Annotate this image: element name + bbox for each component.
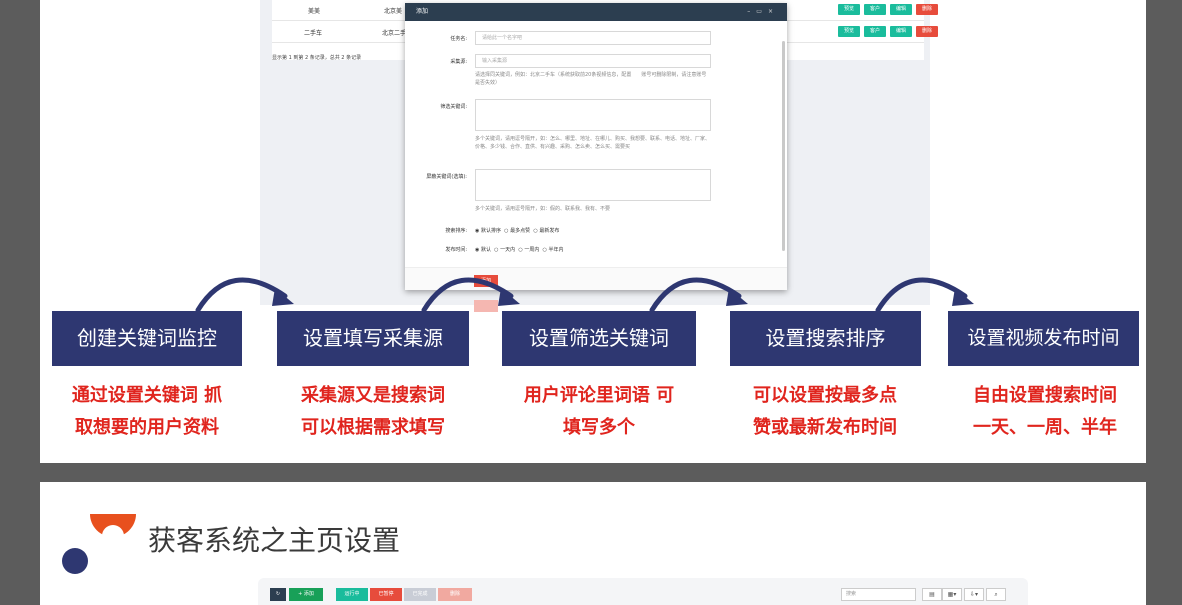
edit-button[interactable]: 编辑 (890, 26, 912, 37)
step-set-source: 设置填写采集源 (277, 311, 469, 366)
exclude-keywords-textarea[interactable] (475, 169, 711, 201)
refresh-button[interactable]: ↻ (270, 588, 286, 601)
description-line: 用户评论里词语 可 (523, 385, 675, 406)
pagination-info: 显示第 1 到第 2 条记录，总共 2 条记录 (272, 55, 362, 61)
source-label: 采集源: (450, 59, 467, 65)
task-toolbar: ↻ + 添加 运行中 已暂停 已完成 删除 搜索 ▤ ▦▾ ⇩▾ ⌕ (258, 578, 1028, 605)
brand-logo-icon (62, 514, 136, 574)
running-filter-button[interactable]: 运行中 (336, 588, 368, 601)
add-button[interactable]: + 添加 (289, 588, 323, 601)
sort-radio-group: ◉ 默认排序 ○ 最多点赞 ○ 最新发布 (475, 227, 559, 234)
sort-option[interactable]: 默认排序 (481, 228, 501, 234)
curved-arrow-icon (875, 277, 974, 313)
description-line: 采集源又是搜索词 (301, 385, 445, 406)
filter-keywords-label: 筛选关键词: (440, 104, 467, 110)
dialog-title: 添加 (416, 8, 429, 15)
task-name-input[interactable]: 请给此一个名字吧 (475, 31, 711, 45)
task-name-cell: 二手车 (304, 30, 323, 37)
window-controls[interactable]: –▭× (747, 3, 779, 21)
step-description: 采集源又是搜索词 可以根据需求填写 (266, 380, 480, 444)
time-option[interactable]: 一周内 (524, 247, 539, 253)
publish-time-radio-group: ◉ 默认 ○ 一天内 ○ 一周内 ○ 半年内 (475, 246, 564, 253)
grid-view-icon[interactable]: ▦▾ (942, 588, 962, 601)
maximize-icon[interactable]: ▭ (756, 8, 768, 15)
sort-label: 搜索排序: (445, 228, 467, 234)
slide-title: 获客系统之主页设置 (148, 524, 401, 557)
sort-option[interactable]: 最新发布 (539, 228, 559, 234)
close-icon[interactable]: × (768, 8, 779, 15)
step-set-publish-time: 设置视频发布时间 (948, 311, 1139, 366)
step-description: 可以设置按最多点 赞或最新发布时间 (718, 380, 932, 444)
task-name-cell: 美美 (308, 8, 321, 15)
preview-button[interactable]: 预览 (838, 4, 860, 15)
description-line: 可以根据需求填写 (301, 417, 445, 438)
description-line: 赞或最新发布时间 (753, 417, 897, 438)
radio-checked-icon[interactable]: ◉ (475, 228, 479, 234)
time-option[interactable]: 默认 (481, 247, 491, 253)
task-name-label: 任务名: (450, 36, 467, 42)
radio-checked-icon[interactable]: ◉ (475, 247, 479, 253)
publish-time-label: 发布时间: (445, 247, 467, 253)
radio-icon[interactable]: ○ (533, 228, 537, 234)
list-view-icon[interactable]: ▤ (922, 588, 942, 601)
export-icon[interactable]: ⇩▾ (964, 588, 984, 601)
step-set-filter-keywords: 设置筛选关键词 (502, 311, 696, 366)
filter-keywords-help: 多个关键词，请用逗号隔开，如：怎么、哪里、地址、在哪儿、购买、我想要、联系、电话… (475, 136, 711, 150)
sort-option[interactable]: 最多点赞 (510, 228, 530, 234)
paused-filter-button[interactable]: 已暂停 (370, 588, 402, 601)
delete-button[interactable]: 删除 (916, 4, 938, 15)
step-set-sort: 设置搜索排序 (730, 311, 921, 366)
exclude-keywords-label: 屏蔽关键词(选填): (426, 174, 467, 180)
source-input[interactable]: 输入采集源 (475, 54, 711, 68)
description-line: 一天、一周、半年 (973, 417, 1117, 438)
search-icon[interactable]: ⌕ (986, 588, 1006, 601)
source-help: 请选择同关键词，例如：北京二手车（系统获取前20条视频信息，配置 账号可删除限制… (475, 72, 707, 86)
step-create-keyword-monitor: 创建关键词监控 (52, 311, 242, 366)
minimize-icon[interactable]: – (747, 8, 756, 15)
search-input[interactable]: 搜索 (841, 588, 916, 601)
slide-keyword-monitor: 美美 北京美 预览 客户 编辑 删除 二手车 北京二手 预览 客户 编辑 删除 … (40, 0, 1146, 463)
description-line: 可以设置按最多点 (753, 385, 897, 406)
curved-arrow-icon (195, 277, 294, 313)
exclude-keywords-help: 多个关键词，请用逗号隔开，如：假的、联系我、我有、不要 (475, 206, 611, 212)
radio-icon[interactable]: ○ (543, 247, 547, 253)
radio-icon[interactable]: ○ (494, 247, 498, 253)
filter-keywords-textarea[interactable] (475, 99, 711, 131)
dialog-titlebar: 添加 –▭× (405, 3, 787, 21)
description-line: 取想要的用户资料 (75, 417, 219, 438)
time-option[interactable]: 半年内 (548, 247, 563, 253)
time-option[interactable]: 一天内 (500, 247, 515, 253)
preview-button[interactable]: 预览 (838, 26, 860, 37)
description-line: 通过设置关键词 抓 (71, 385, 223, 406)
dialog-body: 任务名: 请给此一个名字吧 采集源: 输入采集源 请选择同关键词，例如：北京二手… (405, 21, 787, 267)
step-description: 通过设置关键词 抓 取想要的用户资料 (40, 380, 254, 444)
radio-icon[interactable]: ○ (518, 247, 522, 253)
curved-arrow-icon (421, 277, 520, 313)
slide-homepage-settings: 获客系统之主页设置 ↻ + 添加 运行中 已暂停 已完成 删除 搜索 ▤ ▦▾ … (40, 482, 1146, 605)
customer-button[interactable]: 客户 (864, 26, 886, 37)
customer-button[interactable]: 客户 (864, 4, 886, 15)
delete-selected-button[interactable]: 删除 (438, 588, 472, 601)
add-task-dialog: 添加 –▭× 任务名: 请给此一个名字吧 采集源: 输入采集源 请选择同关键词，… (405, 3, 787, 290)
description-line: 填写多个 (563, 417, 635, 438)
delete-button[interactable]: 删除 (916, 26, 938, 37)
task-source-cell: 北京美 (384, 8, 403, 15)
radio-icon[interactable]: ○ (504, 228, 508, 234)
task-source-cell: 北京二手 (382, 30, 407, 37)
edit-button[interactable]: 编辑 (890, 4, 912, 15)
step-description: 自由设置搜索时间 一天、一周、半年 (938, 380, 1146, 444)
stopped-filter-button[interactable]: 已完成 (404, 588, 436, 601)
description-line: 自由设置搜索时间 (973, 385, 1117, 406)
dialog-scrollbar[interactable] (782, 41, 785, 251)
curved-arrow-icon (649, 277, 748, 313)
step-description: 用户评论里词语 可 填写多个 (492, 380, 706, 444)
